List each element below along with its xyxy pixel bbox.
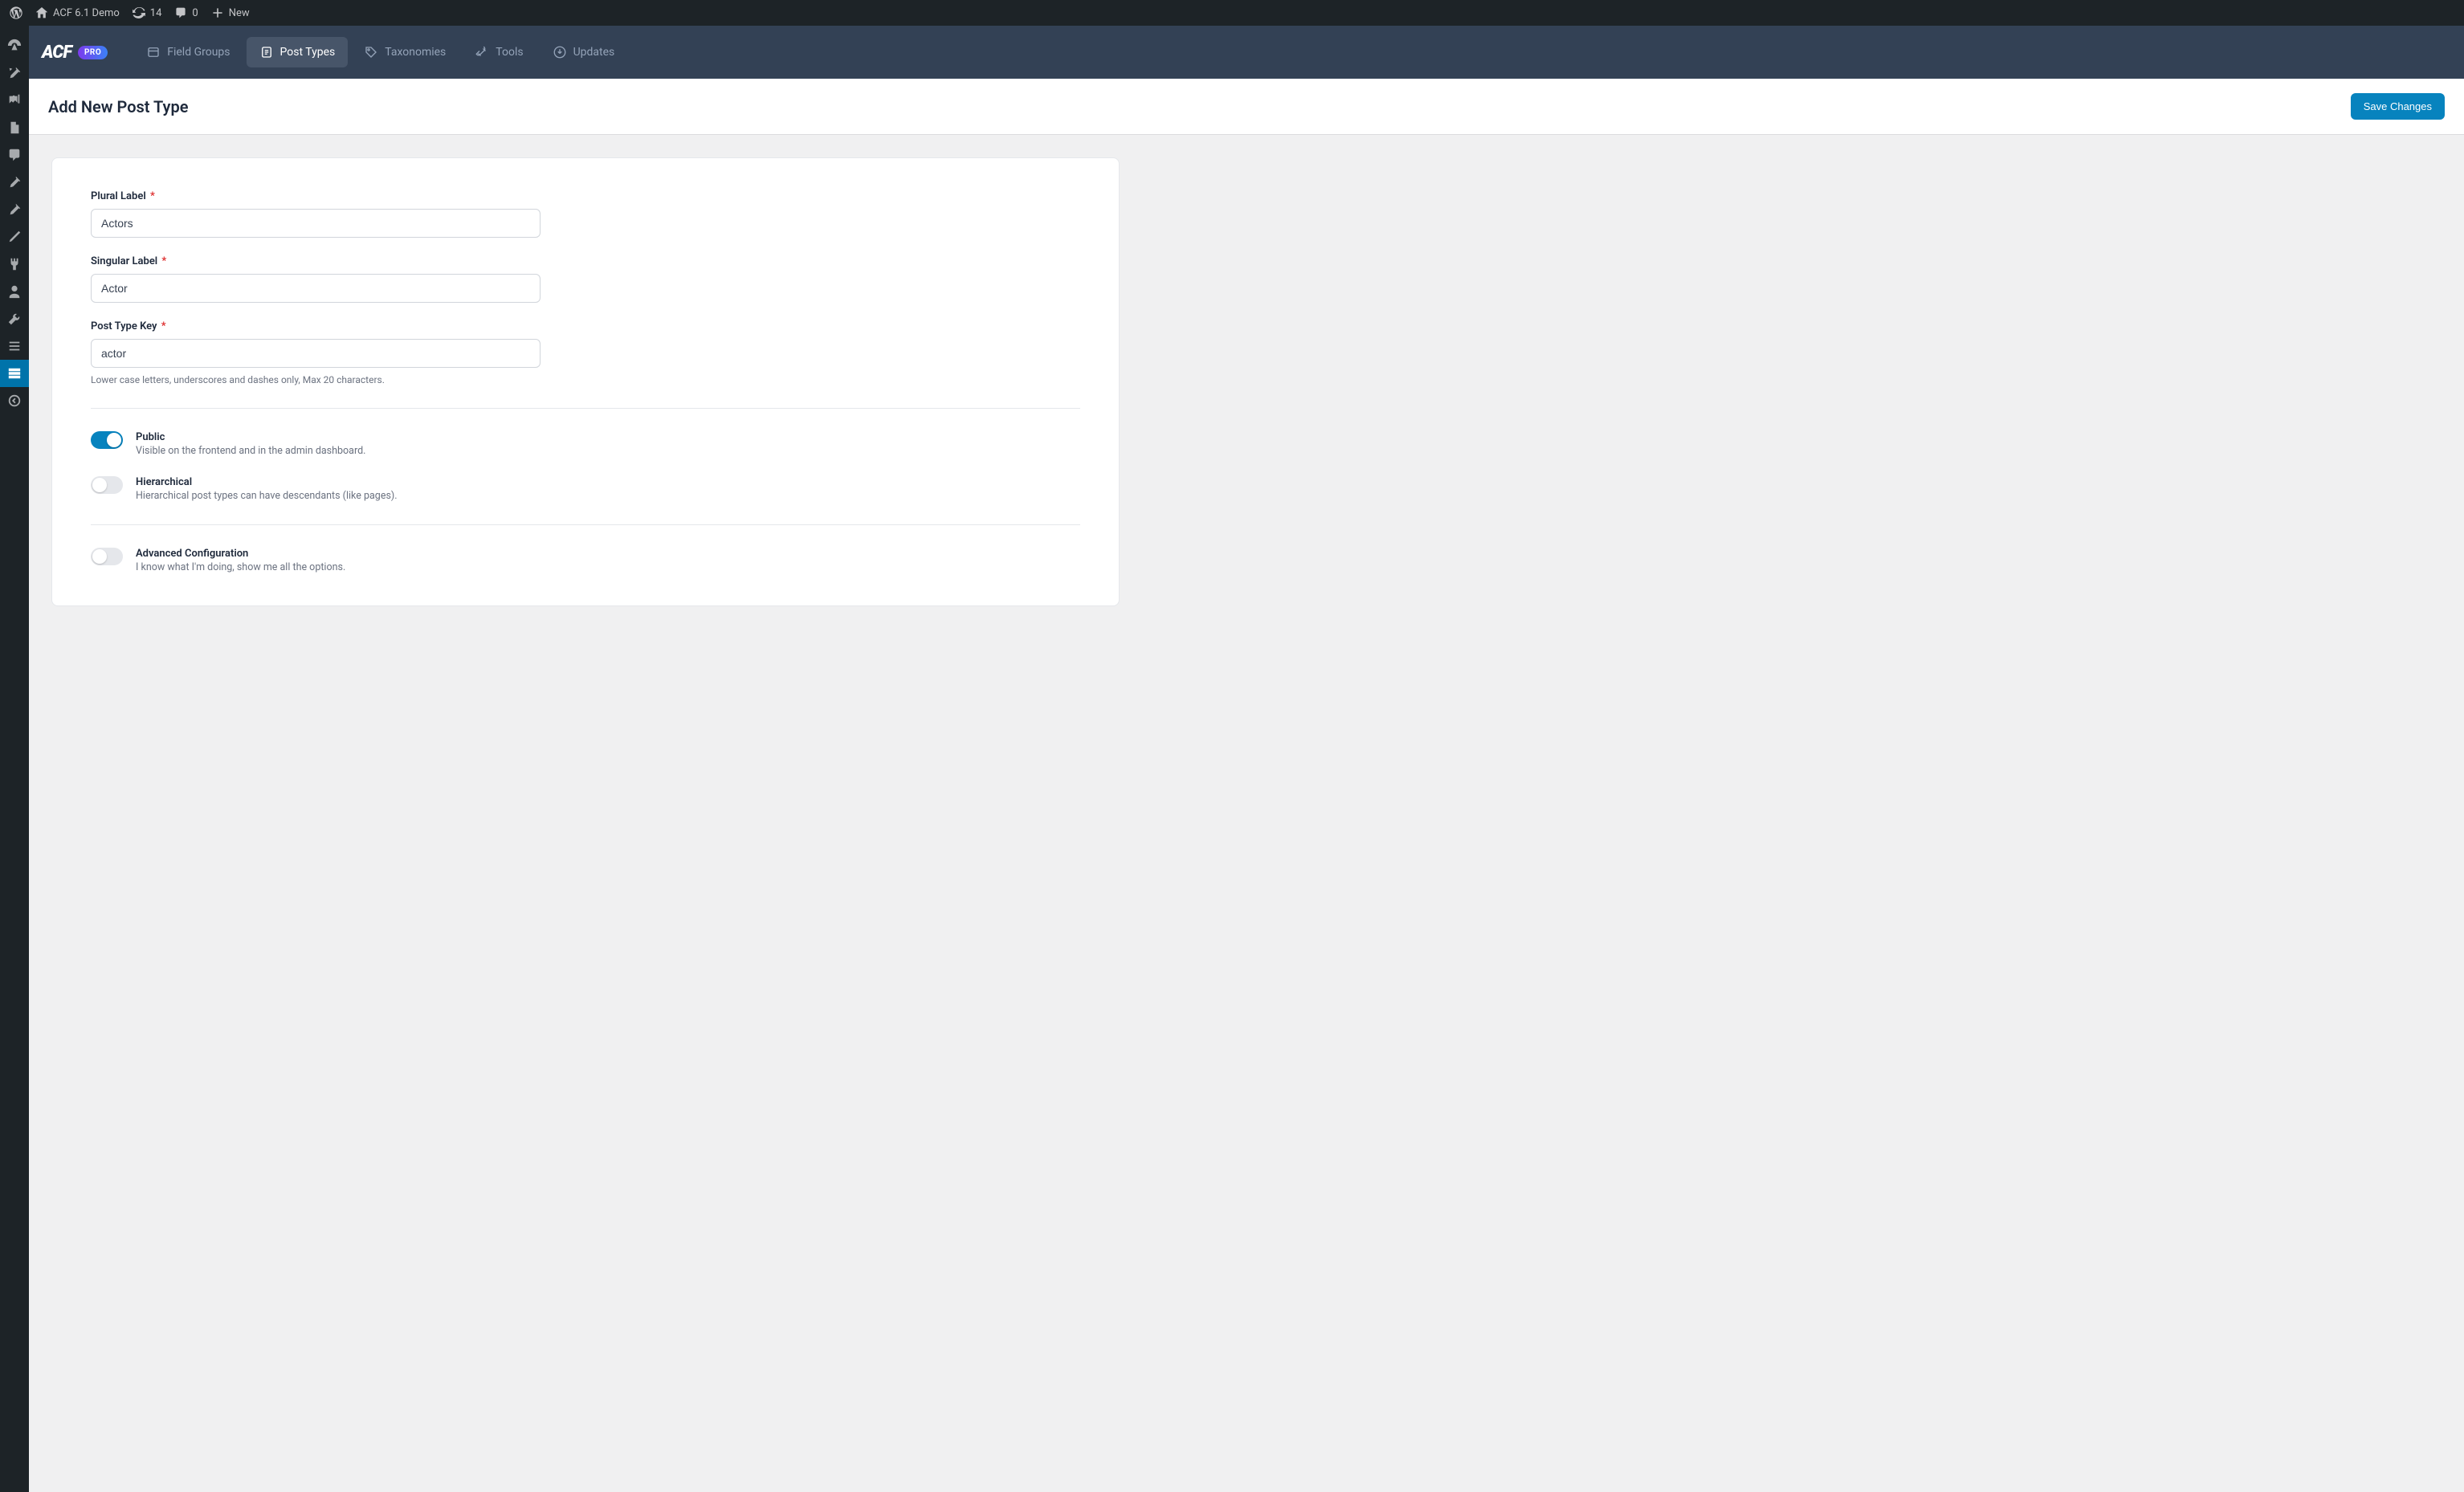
menu-cpt-1[interactable] <box>0 169 29 196</box>
post-type-key-input[interactable] <box>91 339 541 368</box>
tab-taxonomies-label: Taxonomies <box>385 46 446 59</box>
acf-logo[interactable]: ACF PRO <box>42 43 108 63</box>
tab-updates[interactable]: Updates <box>540 37 628 67</box>
hierarchical-label: Hierarchical <box>136 476 398 488</box>
menu-settings[interactable] <box>0 332 29 360</box>
plus-icon <box>211 6 224 19</box>
tab-field-groups-label: Field Groups <box>167 46 230 59</box>
menu-tools[interactable] <box>0 305 29 332</box>
page-head: Add New Post Type Save Changes <box>29 79 2464 135</box>
toggle-advanced: Advanced Configuration I know what I'm d… <box>91 548 1080 573</box>
wp-admin-menu <box>0 26 29 1492</box>
comments-count: 0 <box>192 7 198 19</box>
acf-header: ACF PRO Field Groups Post Types Taxonomi… <box>29 26 2464 79</box>
save-changes-button[interactable]: Save Changes <box>2351 93 2445 120</box>
menu-pages[interactable] <box>0 114 29 141</box>
tab-field-groups[interactable]: Field Groups <box>133 37 243 67</box>
menu-comments[interactable] <box>0 141 29 169</box>
menu-media[interactable] <box>0 87 29 114</box>
toggle-public: Public Visible on the frontend and in th… <box>91 431 1080 457</box>
plural-label-label: Plural Label * <box>91 190 541 202</box>
layers-icon <box>146 45 161 59</box>
home-icon <box>35 6 48 19</box>
wordpress-icon <box>10 6 22 19</box>
acf-tabs: Field Groups Post Types Taxonomies Tools… <box>133 37 627 67</box>
wp-admin-bar: ACF 6.1 Demo 14 0 New <box>0 0 2464 26</box>
singular-label-label: Singular Label * <box>91 255 541 267</box>
new-content-menu[interactable]: New <box>205 0 256 26</box>
comment-icon <box>174 6 187 19</box>
field-plural-label: Plural Label * <box>91 190 541 238</box>
tab-post-types-label: Post Types <box>280 46 336 59</box>
toggle-hierarchical: Hierarchical Hierarchical post types can… <box>91 476 1080 502</box>
tab-tools-label: Tools <box>496 46 523 59</box>
tab-post-types[interactable]: Post Types <box>247 37 349 67</box>
advanced-desc: I know what I'm doing, show me all the o… <box>136 561 345 573</box>
public-label: Public <box>136 431 365 443</box>
post-type-key-desc: Lower case letters, underscores and dash… <box>91 374 541 385</box>
hierarchical-switch[interactable] <box>91 476 123 494</box>
singular-label-input[interactable] <box>91 274 541 303</box>
post-type-key-label: Post Type Key * <box>91 320 541 332</box>
update-icon <box>133 6 145 19</box>
page-title: Add New Post Type <box>48 97 188 116</box>
download-icon <box>553 45 567 59</box>
tab-taxonomies[interactable]: Taxonomies <box>351 37 459 67</box>
new-content-label: New <box>229 7 250 19</box>
menu-plugins[interactable] <box>0 251 29 278</box>
site-name-label: ACF 6.1 Demo <box>53 7 120 19</box>
divider <box>91 408 1080 409</box>
menu-cpt-2[interactable] <box>0 196 29 223</box>
menu-acf[interactable] <box>0 360 29 387</box>
tools-icon <box>475 45 489 59</box>
menu-users[interactable] <box>0 278 29 305</box>
pro-badge: PRO <box>78 46 108 59</box>
menu-dashboard[interactable] <box>0 32 29 59</box>
public-switch[interactable] <box>91 431 123 449</box>
acf-logo-text: ACF <box>42 43 71 63</box>
field-post-type-key: Post Type Key * Lower case letters, unde… <box>91 320 541 385</box>
divider <box>91 524 1080 525</box>
comments-menu[interactable]: 0 <box>168 0 204 26</box>
tab-tools[interactable]: Tools <box>462 37 536 67</box>
required-marker: * <box>148 190 155 202</box>
required-marker: * <box>159 320 166 332</box>
public-desc: Visible on the frontend and in the admin… <box>136 445 365 457</box>
tag-icon <box>364 45 378 59</box>
site-name-menu[interactable]: ACF 6.1 Demo <box>29 0 126 26</box>
menu-collapse[interactable] <box>0 387 29 414</box>
field-singular-label: Singular Label * <box>91 255 541 303</box>
settings-card: Plural Label * Singular Label * Post Typ… <box>51 157 1120 606</box>
menu-posts[interactable] <box>0 59 29 87</box>
document-icon <box>259 45 274 59</box>
required-marker: * <box>159 255 166 267</box>
wp-logo-menu[interactable] <box>3 0 29 26</box>
advanced-switch[interactable] <box>91 548 123 565</box>
tab-updates-label: Updates <box>573 46 615 59</box>
updates-count: 14 <box>150 7 162 19</box>
updates-menu[interactable]: 14 <box>126 0 169 26</box>
plural-label-input[interactable] <box>91 209 541 238</box>
hierarchical-desc: Hierarchical post types can have descend… <box>136 490 398 502</box>
advanced-label: Advanced Configuration <box>136 548 345 560</box>
menu-appearance[interactable] <box>0 223 29 251</box>
